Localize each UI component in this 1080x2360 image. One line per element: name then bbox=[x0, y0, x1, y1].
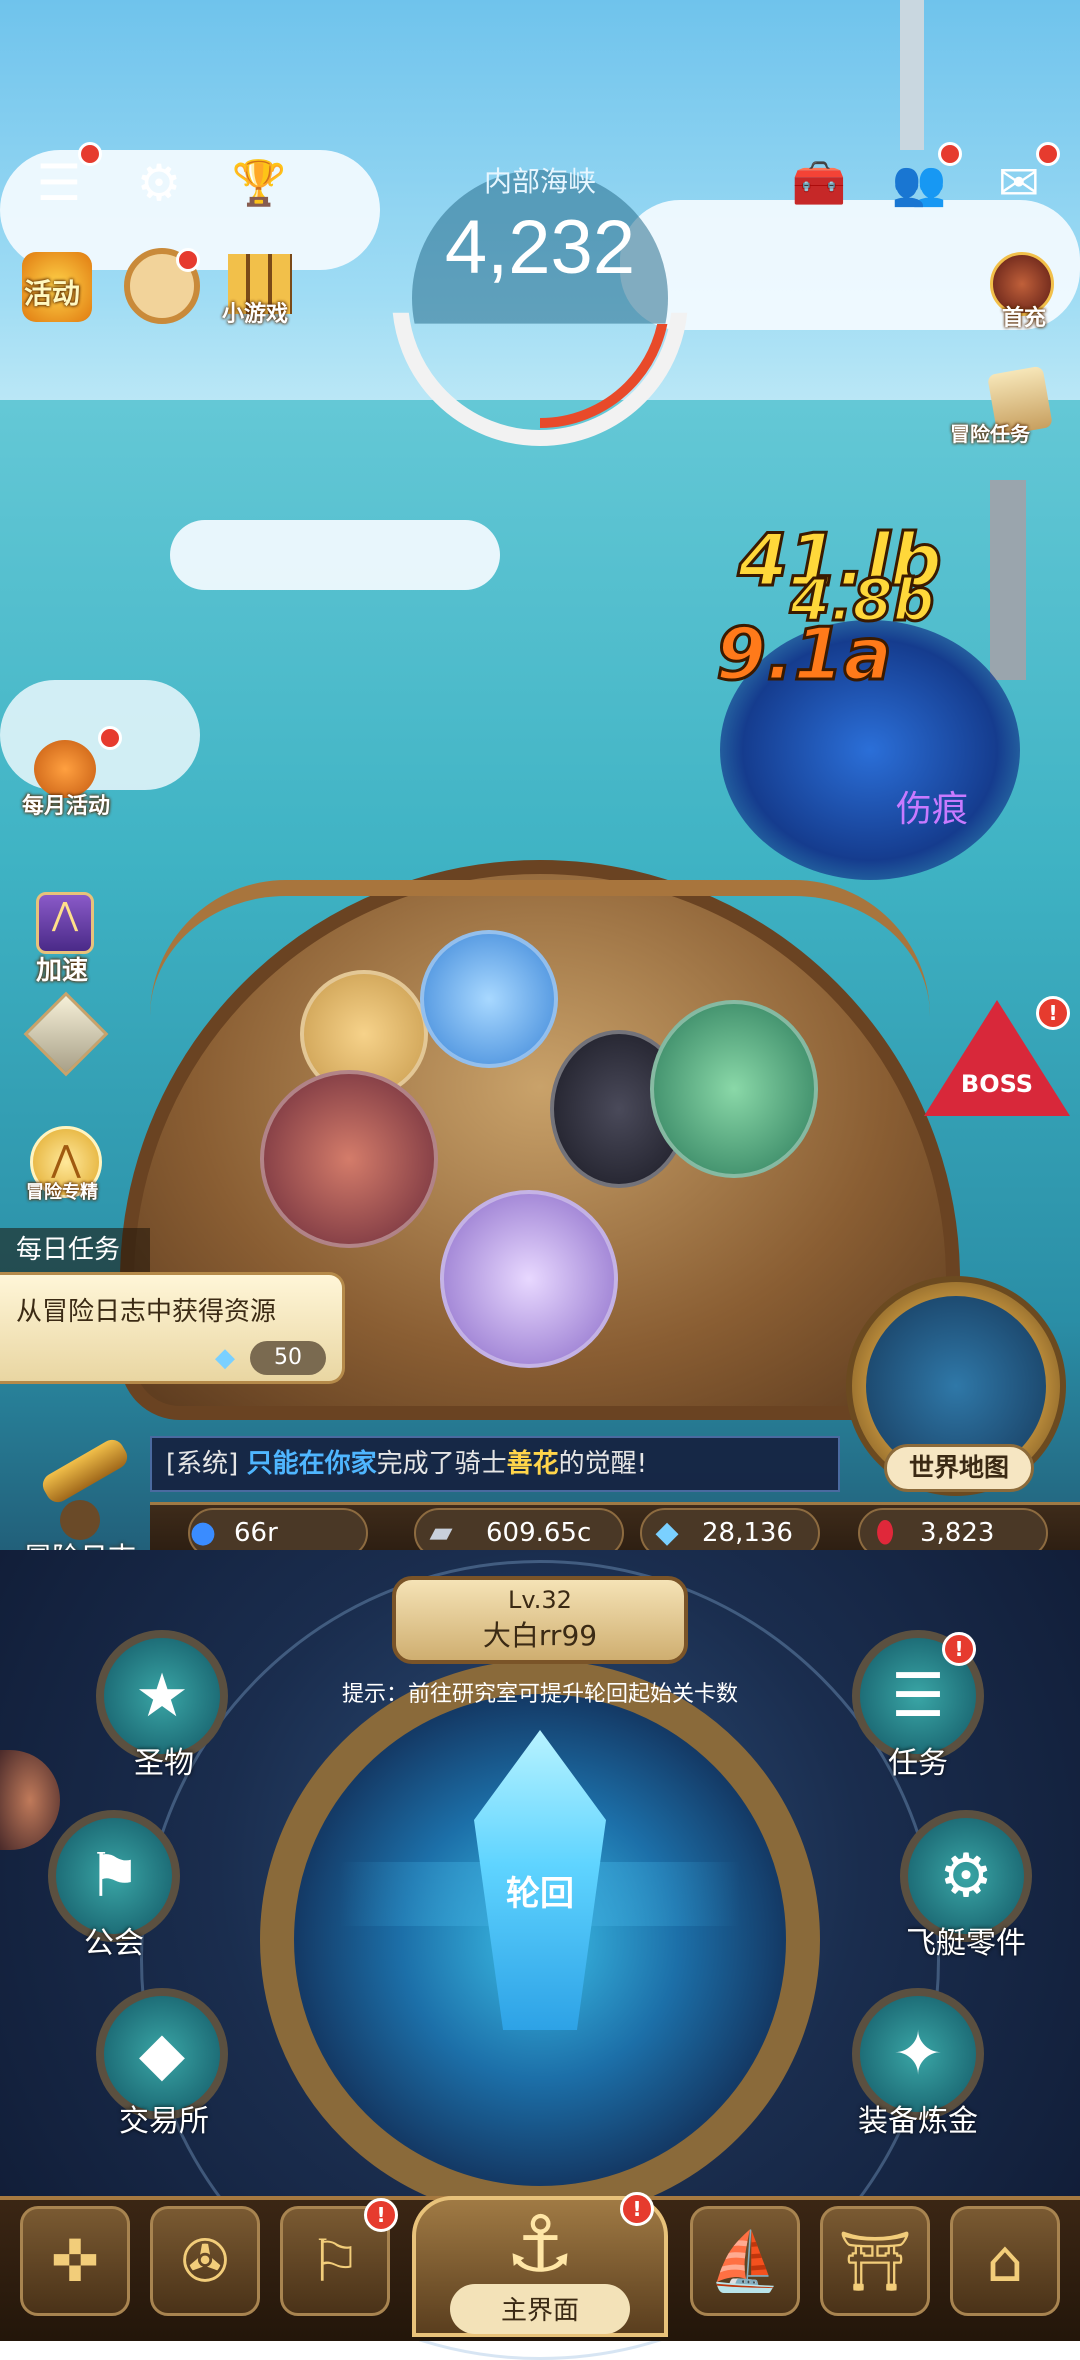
telescope-base bbox=[60, 1500, 100, 1540]
task-label: 任务 bbox=[888, 1746, 948, 1781]
system-message: [系统] 只能在你家完成了骑士善花的觉醒! bbox=[150, 1436, 840, 1492]
nav-propeller-icon[interactable]: ✇ bbox=[150, 2206, 260, 2316]
player-plate[interactable]: Lv.32 大白rr99 bbox=[392, 1576, 688, 1664]
hero-character bbox=[440, 1190, 618, 1368]
notification-dot bbox=[938, 142, 962, 166]
hero-character bbox=[260, 1070, 438, 1248]
speedup-icon[interactable]: ⋀ bbox=[36, 892, 94, 954]
resource-spirit-value: 66r bbox=[234, 1518, 278, 1548]
hero-character bbox=[420, 930, 558, 1068]
adventure-task-label: 冒险任务 bbox=[950, 422, 1030, 446]
toolbox-icon[interactable]: 🧰 bbox=[784, 148, 854, 218]
daily-task-card[interactable]: 从冒险日志中获得资源 ◆ 50 bbox=[0, 1272, 345, 1384]
stage-name: 内部海峡 bbox=[483, 165, 596, 198]
speedup-label: 加速 bbox=[36, 956, 89, 986]
adventure-log-button[interactable] bbox=[10, 1435, 150, 1550]
reincarnation-label[interactable]: 轮回 bbox=[340, 1864, 740, 1924]
world-map-label[interactable]: 世界地图 bbox=[884, 1444, 1034, 1492]
stage-count: 4,232 bbox=[444, 205, 636, 290]
notification-dot bbox=[78, 142, 102, 166]
nav-store-icon[interactable]: ⌂ bbox=[950, 2206, 1060, 2316]
notification-dot bbox=[1036, 142, 1060, 166]
shield-icon: ✦ bbox=[892, 2019, 944, 2089]
silver-bar-icon: ▰ bbox=[429, 1515, 453, 1550]
resource-diamond-value: 28,136 bbox=[702, 1518, 793, 1548]
daily-task-reward: 50 bbox=[250, 1341, 326, 1375]
player-name: 大白rr99 bbox=[482, 1619, 598, 1652]
first-recharge-label: 首充 bbox=[1002, 306, 1047, 331]
activity-label: 活动 bbox=[24, 277, 81, 310]
airship-parts-label: 飞艇零件 bbox=[906, 1926, 1026, 1961]
cloud bbox=[170, 520, 500, 590]
system-player-name: 只能在你家 bbox=[246, 1449, 377, 1479]
equip-alchemy-label: 装备炼金 bbox=[858, 2104, 978, 2139]
relic-label: 圣物 bbox=[134, 1746, 194, 1781]
daily-task-text: 从冒险日志中获得资源 bbox=[16, 1297, 277, 1327]
star-icon: ★ bbox=[135, 1661, 189, 1731]
exchange-label: 交易所 bbox=[119, 2104, 209, 2139]
activity-button[interactable]: 活动 bbox=[22, 252, 92, 322]
gear-icon[interactable]: ⚙ bbox=[124, 148, 194, 218]
system-suffix: 的觉醒! bbox=[558, 1449, 648, 1479]
gears-icon: ⚙ bbox=[939, 1841, 993, 1911]
spirit-flame-icon: ● bbox=[189, 1515, 217, 1550]
system-prefix: [系统] bbox=[166, 1449, 247, 1479]
scroll-icon: ☰ bbox=[891, 1661, 945, 1731]
diamond-icon: ◆ bbox=[215, 1343, 235, 1373]
notification-dot bbox=[176, 248, 200, 272]
resource-silver-value: 609.65c bbox=[486, 1518, 592, 1548]
harpoon-post bbox=[990, 480, 1026, 680]
resource-ruby-value: 3,823 bbox=[920, 1518, 995, 1548]
hint-text: 提示：前往研究室可提升轮回起始关卡数 bbox=[341, 1682, 738, 1707]
notification-dot: ! bbox=[1036, 996, 1070, 1030]
minigame-label: 小游戏 bbox=[222, 302, 289, 327]
adventure-special-label: 冒险专精 bbox=[26, 1182, 98, 1203]
telescope-icon bbox=[38, 1435, 132, 1507]
trophy-icon[interactable]: 🏆 bbox=[224, 148, 294, 218]
notification-dot bbox=[98, 726, 122, 750]
banner-icon: ⚑ bbox=[87, 1841, 141, 1911]
mast-pole bbox=[900, 0, 924, 150]
nav-gate-icon[interactable]: ⛩ bbox=[820, 2206, 930, 2316]
monthly-activity-label: 每月活动 bbox=[22, 794, 111, 819]
player-level: Lv.32 bbox=[508, 1586, 572, 1614]
daily-task-tag: 每日任务 bbox=[0, 1228, 150, 1272]
diamond-icon: ◆ bbox=[655, 1515, 679, 1550]
guild-label: 公会 bbox=[84, 1926, 144, 1961]
gem-icon: ◆ bbox=[138, 2019, 186, 2089]
ruby-icon: ⬮ bbox=[875, 1515, 895, 1550]
stage-progress: 内部海峡 4,232 bbox=[392, 150, 688, 446]
boss-label: BOSS bbox=[960, 1070, 1034, 1098]
nav-shop-icon[interactable]: ✜ bbox=[20, 2206, 130, 2316]
status-text: 伤痕 bbox=[896, 789, 969, 830]
nav-ship-icon[interactable]: ⛵ bbox=[690, 2206, 800, 2316]
notification-dot: ! bbox=[620, 2192, 654, 2226]
system-knight-name: 善花 bbox=[506, 1449, 559, 1479]
nav-main-label: 主界面 bbox=[450, 2284, 630, 2334]
damage-number: 9.1a bbox=[714, 611, 893, 698]
notification-dot: ! bbox=[942, 1632, 976, 1666]
notification-dot: ! bbox=[364, 2198, 398, 2232]
system-middle: 完成了骑士 bbox=[376, 1449, 507, 1479]
hero-character bbox=[650, 1000, 818, 1178]
